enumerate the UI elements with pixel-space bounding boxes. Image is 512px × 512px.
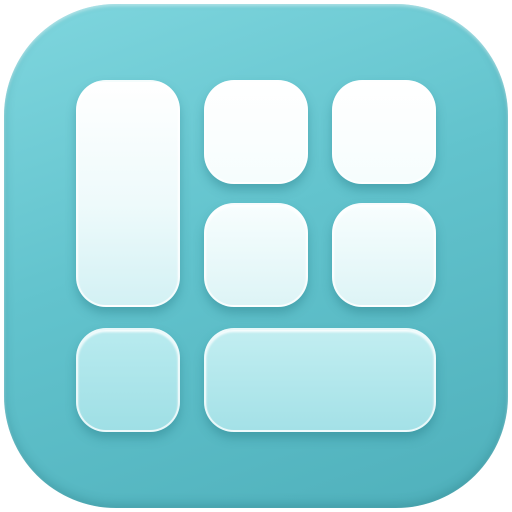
app-icon-canvas xyxy=(0,0,512,512)
small-widget-tile-middle-right xyxy=(332,203,436,307)
small-widget-tile-top-right xyxy=(332,80,436,184)
tall-widget-tile xyxy=(76,80,180,307)
wide-widget-tile-bottom xyxy=(204,328,436,432)
small-widget-tile-bottom-left xyxy=(76,328,180,432)
small-widget-tile-middle-middle xyxy=(204,203,308,307)
small-widget-tile-top-middle xyxy=(204,80,308,184)
